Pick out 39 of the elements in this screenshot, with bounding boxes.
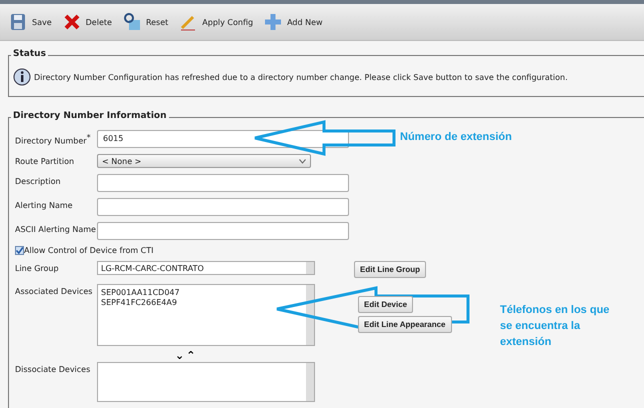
checkbox-label: Allow Control of Device from CTI — [24, 246, 154, 255]
field-label: Route Partition — [15, 156, 74, 166]
device-list[interactable]: SEP001AA11CD047 SEPF41FC266E4A9 — [97, 284, 315, 346]
toolbar-button[interactable]: Save — [6, 12, 54, 32]
toolbar-button[interactable]: Add New — [261, 12, 325, 32]
toolbar-button[interactable]: Delete — [60, 12, 114, 32]
field-label: Description — [15, 176, 61, 186]
checkbox[interactable] — [15, 246, 24, 255]
dropdown[interactable]: < None > — [97, 154, 311, 168]
field-label: Associated Devices — [15, 286, 92, 296]
status-message: Directory Number Configuration has refreshed due to a directory number change. Please click Save button to save the configuration. — [34, 72, 568, 82]
field-label: Line Group — [15, 263, 59, 273]
annotation-label: Número de extensión — [400, 131, 512, 143]
move-button[interactable]: ⌄ — [175, 352, 184, 360]
section-title: Directory Number Information — [11, 111, 169, 121]
reset-icon — [122, 12, 142, 32]
input-field[interactable]: 6015 — [97, 130, 349, 148]
edit-button[interactable]: Edit Line Appearance — [358, 316, 452, 333]
annotation-label: Télefonos en los que se encuentra la extensión — [500, 303, 610, 350]
field-label: ASCII Alerting Name — [15, 224, 96, 234]
input-field[interactable] — [97, 222, 349, 240]
input-field[interactable]: LG-RCM-CARC-CONTRATO — [97, 261, 315, 275]
edit-button[interactable]: Edit Device — [358, 296, 414, 313]
move-button[interactable]: ⌃ — [186, 352, 196, 360]
x-mark-icon — [62, 12, 82, 32]
list-item[interactable]: SEPF41FC266E4A9 — [101, 298, 303, 307]
info-icon — [13, 68, 31, 86]
chevron-down-icon — [299, 158, 306, 164]
toolbar-button[interactable]: Apply Config — [176, 12, 256, 32]
plus-icon — [263, 12, 284, 32]
input-field[interactable] — [97, 198, 349, 216]
list-item[interactable]: SEP001AA11CD047 — [101, 288, 303, 297]
edit-line-group-button[interactable]: Edit Line Group — [354, 261, 426, 278]
field-label: Alerting Name — [15, 200, 73, 210]
input-field[interactable] — [97, 174, 349, 192]
device-list[interactable] — [97, 362, 315, 402]
section-title: Status — [11, 49, 48, 59]
toolbar-button[interactable]: Reset — [120, 12, 170, 32]
field-label: Dissociate Devices — [15, 364, 90, 374]
